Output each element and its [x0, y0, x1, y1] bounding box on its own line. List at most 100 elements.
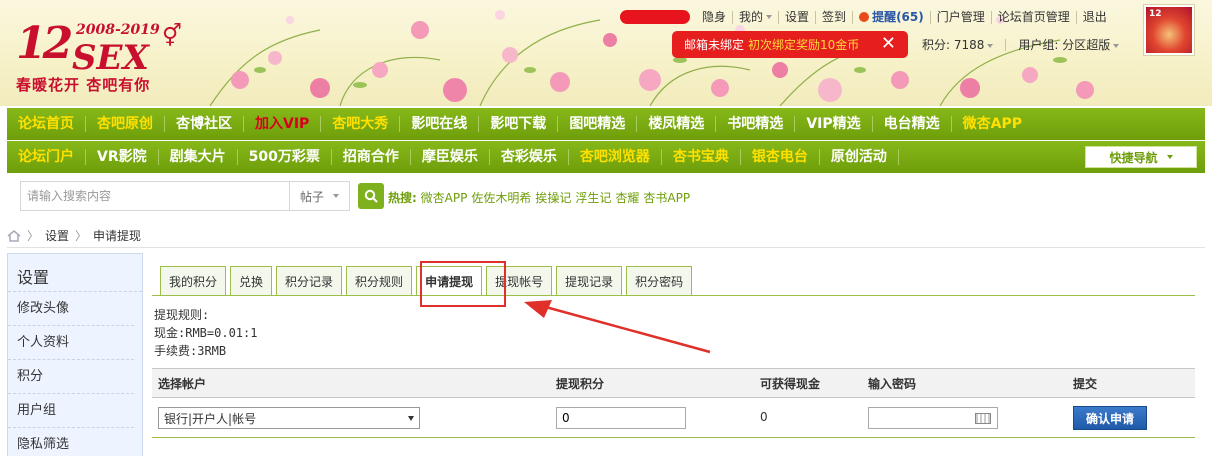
breadcrumb-separator: 〉 — [75, 229, 88, 243]
usergroup-menu[interactable]: 用户组: 分区超版 — [1018, 36, 1120, 53]
hot-search-link[interactable]: 微杏APP — [421, 191, 468, 205]
nav2-item-1[interactable]: VR影院 — [86, 149, 159, 165]
nav2-item-4[interactable]: 招商合作 — [332, 149, 411, 165]
home-icon[interactable] — [7, 229, 21, 242]
search-scope-label: 帖子 — [299, 189, 324, 204]
logo-slogan: 春暖花开 杏吧有你 — [16, 76, 151, 94]
nav1-item-11[interactable]: 电台精选 — [873, 116, 952, 132]
search-input[interactable] — [21, 182, 289, 210]
nav2-item-6[interactable]: 杏彩娱乐 — [490, 149, 569, 165]
quick-nav-label: 快捷导航 — [1109, 150, 1158, 165]
sidebar-item-avatar[interactable]: 修改头像 — [8, 292, 134, 326]
breadcrumb-settings[interactable]: 设置 — [45, 227, 69, 244]
sidebar-item-privacy[interactable]: 隐私筛选 — [8, 428, 134, 456]
nav1-item-4[interactable]: 杏吧大秀 — [321, 116, 401, 132]
chevron-down-icon — [333, 194, 339, 198]
withdraw-table-row: 银行|开户人|帐号 0 确认申请 — [152, 398, 1195, 438]
confirm-withdraw-button[interactable]: 确认申请 — [1073, 406, 1147, 430]
hot-search-link[interactable]: 杏书APP — [643, 191, 690, 205]
breadcrumb-separator: 〉 — [27, 229, 40, 243]
nav2-item-5[interactable]: 摩臣娱乐 — [411, 149, 490, 165]
nav2-item-9[interactable]: 银杏电台 — [741, 149, 820, 165]
avatar-image: 12 — [1146, 7, 1192, 53]
annotation-arrow-icon — [524, 300, 711, 354]
nav1-item-3[interactable]: 加入VIP — [244, 116, 322, 132]
notifications-label: 提醒(65) — [872, 9, 924, 24]
nav1-item-6[interactable]: 影吧下载 — [479, 116, 559, 132]
quick-nav-button[interactable]: 快捷导航 — [1085, 146, 1197, 168]
col-cash: 可获得现金 — [760, 377, 821, 391]
rules-rate: 现金:RMB=0.01:1 — [154, 326, 258, 340]
nav2-item-3[interactable]: 500万彩票 — [238, 149, 332, 165]
sidebar-item-profile[interactable]: 个人资料 — [8, 326, 134, 360]
gender-symbol-icon: ⚥ — [162, 24, 182, 49]
tab-exchange[interactable]: 兑换 — [230, 266, 273, 295]
my-menu[interactable]: 我的 — [733, 9, 780, 24]
tab-withdraw-history[interactable]: 提现记录 — [556, 266, 623, 295]
rules-fee: 手续费:3RMB — [154, 344, 227, 358]
nav1-item-2[interactable]: 杏博社区 — [165, 116, 244, 132]
search-button[interactable] — [358, 183, 384, 209]
user-info: 积分: 7188 用户组: 分区超版 — [922, 36, 1120, 53]
password-field[interactable] — [868, 407, 998, 429]
avatar[interactable]: 12 — [1143, 4, 1195, 56]
nav1-item-12[interactable]: 微杏APP — [952, 116, 1033, 132]
withdraw-table-header: 选择帐户 提现积分 可获得现金 输入密码 提交 — [152, 368, 1195, 398]
invisible-link[interactable]: 隐身 — [696, 10, 734, 24]
divider — [1005, 38, 1007, 51]
nav2-item-8[interactable]: 杏书宝典 — [662, 149, 741, 165]
points-menu[interactable]: 积分: 7188 — [922, 36, 994, 53]
nav1-item-1[interactable]: 杏吧原创 — [86, 116, 165, 132]
checkin-link[interactable]: 签到 — [816, 10, 854, 24]
hot-search-link[interactable]: 杏耀 — [615, 191, 639, 205]
col-submit: 提交 — [1073, 377, 1098, 391]
hot-searches: 热搜: 微杏APP 佐佐木明希 挨操记 浮生记 杏耀 杏书APP — [388, 189, 694, 206]
breadcrumb: 〉 设置 〉 申请提现 — [7, 227, 141, 244]
sidebar-item-points[interactable]: 积分 — [8, 360, 134, 394]
site-logo[interactable]: 12 2008-2019 SEX ⚥ 春暖花开 杏吧有你 — [14, 10, 184, 96]
email-unbound-banner[interactable]: 邮箱未绑定 初次绑定奖励10金币 ✕ — [672, 31, 908, 58]
nav1-item-9[interactable]: 书吧精选 — [716, 116, 796, 132]
hot-search-link[interactable]: 浮生记 — [575, 191, 611, 205]
search-scope-select[interactable]: 帖子 — [289, 182, 349, 210]
points-label: 积分: 7188 — [922, 38, 985, 52]
nav1-item-8[interactable]: 楼凤精选 — [637, 116, 717, 132]
forum-home-admin-link[interactable]: 论坛首页管理 — [992, 10, 1077, 24]
account-select[interactable]: 银行|开户人|帐号 — [158, 407, 420, 429]
divider — [7, 247, 1205, 248]
close-icon[interactable]: ✕ — [881, 35, 896, 53]
nav1-item-10[interactable]: VIP精选 — [795, 116, 873, 132]
notifications-link[interactable]: 提醒(65) — [853, 9, 931, 24]
top-user-links: 隐身 我的 设置 签到 提醒(65) 门户管理 论坛首页管理 退出 — [620, 8, 1113, 26]
portal-admin-link[interactable]: 门户管理 — [931, 10, 992, 24]
keyboard-icon[interactable] — [975, 413, 991, 424]
chevron-down-icon — [408, 416, 414, 421]
tab-points-rules[interactable]: 积分规则 — [346, 266, 413, 295]
sidebar-item-usergroup[interactable]: 用户组 — [8, 394, 134, 428]
hot-search-link[interactable]: 挨操记 — [535, 191, 571, 205]
nav1-item-5[interactable]: 影吧在线 — [400, 116, 480, 132]
settings-link[interactable]: 设置 — [779, 10, 817, 24]
search-icon — [364, 189, 378, 203]
tab-my-points[interactable]: 我的积分 — [160, 266, 227, 295]
tab-points-password[interactable]: 积分密码 — [626, 266, 693, 295]
nav2-item-10[interactable]: 原创活动 — [820, 149, 899, 165]
logout-link[interactable]: 退出 — [1077, 10, 1113, 24]
nav2-item-0[interactable]: 论坛门户 — [7, 149, 86, 165]
my-menu-label: 我的 — [739, 9, 764, 24]
nav1-item-7[interactable]: 图吧精选 — [558, 116, 638, 132]
withdraw-points-input[interactable] — [556, 407, 686, 429]
nav2-item-7[interactable]: 杏吧浏览器 — [569, 149, 662, 165]
chevron-down-icon — [1113, 43, 1120, 48]
hot-search-link[interactable]: 佐佐木明希 — [471, 191, 531, 205]
col-withdraw-points: 提现积分 — [556, 377, 605, 391]
nav2-item-2[interactable]: 剧集大片 — [159, 149, 238, 165]
nav1-item-0[interactable]: 论坛首页 — [7, 116, 86, 132]
col-password: 输入密码 — [868, 377, 917, 391]
chevron-down-icon — [1166, 155, 1173, 159]
sidebar-title: 设置 — [8, 254, 142, 292]
email-reward-text: 初次绑定奖励10金币 — [748, 38, 860, 52]
tab-points-log[interactable]: 积分记录 — [276, 266, 343, 295]
chevron-down-icon — [987, 43, 994, 48]
logo-years: 2008-2019 — [76, 22, 160, 38]
